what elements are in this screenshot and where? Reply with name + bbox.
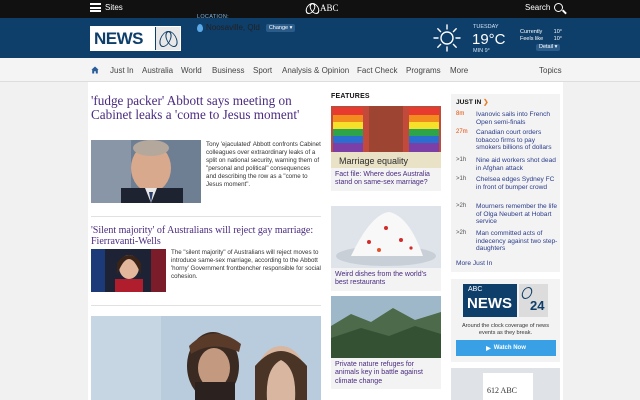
nav-item-australia[interactable]: Australia (142, 66, 173, 75)
promo-logo-abc: ABC (468, 286, 483, 293)
just-in-headline: Chelsea edges Sydney FC in front of bump… (476, 176, 555, 191)
just-in-headline: Nine aid workers shot dead in Afghan att… (476, 157, 556, 172)
lead-story-image[interactable] (91, 140, 201, 203)
main-nav: Just In Australia World Business Sport A… (0, 58, 640, 82)
just-in-headline: Ivanovic sails into French Open semi-fin… (476, 111, 551, 126)
nav-item-business[interactable]: Business (212, 66, 244, 75)
weather-temp: 19°C (472, 31, 506, 48)
story-image[interactable] (91, 249, 166, 292)
abc-news-logo[interactable]: NEWS (90, 26, 181, 51)
weather-min: MIN 9° (473, 48, 490, 54)
abc-news-24-logo: ABC NEWS 24 (463, 284, 548, 317)
home-icon[interactable] (91, 66, 99, 74)
just-in-item[interactable]: >2h Man committed acts of indecency agai… (456, 230, 559, 253)
divider (91, 216, 321, 217)
lead-story-headline[interactable]: 'fudge packer' Abbott says meeting on Ca… (91, 94, 321, 121)
just-in-heading-label: JUST IN (456, 99, 482, 106)
location-value: Noosaville, Qld (206, 23, 260, 32)
feature-image-overlay-text: Marriage equality (339, 156, 409, 166)
play-icon: ▶ (486, 345, 491, 352)
feature-image (331, 296, 441, 358)
currently-label: Currently (520, 29, 543, 35)
currently-value: 10° (553, 29, 562, 35)
nav-item-analysis-opinion[interactable]: Analysis & Opinion (282, 66, 349, 75)
abc-home-link[interactable]: ABC (306, 3, 339, 13)
watch-now-label: Watch Now (493, 345, 526, 351)
location-row: Noosaville, Qld Change ▾ (197, 23, 296, 32)
just-in-time: >1h (456, 157, 467, 163)
feels-like-label: Feels like (520, 36, 544, 42)
weather-current: Currently 10° Feels like 10° Detail ▾ (520, 29, 562, 51)
location-label: LOCATION: (197, 14, 229, 20)
search-label: Search (525, 3, 551, 12)
just-in-headline: Man committed acts of indecency against … (476, 230, 558, 253)
just-in-time: >1h (456, 176, 467, 182)
radio-station-label: 612 ABC (487, 386, 518, 395)
features-heading: FEATURES (331, 93, 370, 100)
feature-caption: Weird dishes from the world's best resta… (335, 271, 427, 287)
divider (91, 305, 321, 306)
more-just-in-link[interactable]: More Just In (456, 260, 492, 267)
abc-brand-label: ABC (320, 3, 339, 13)
search-icon (554, 3, 564, 12)
just-in-time: 27m (456, 129, 468, 135)
feature-image (331, 206, 441, 268)
watch-now-button[interactable]: ▶ Watch Now (456, 340, 556, 356)
feels-like-value: 10° (553, 36, 562, 42)
feature-caption: Private nature refuges for animals key i… (335, 361, 423, 385)
just-in-time: >2h (456, 203, 467, 209)
nav-item-fact-check[interactable]: Fact Check (357, 66, 397, 75)
abc-logo-icon (306, 3, 318, 13)
radio-promo[interactable]: 612 ABC (451, 368, 560, 400)
just-in-headline: Canadian court orders tobacco firms to p… (476, 129, 552, 152)
weather-detail-button[interactable]: Detail ▾ (536, 44, 561, 51)
story-summary: The "silent majority" of Australians wil… (171, 249, 321, 281)
just-in-headline: Mourners remember the life of Olga Neube… (476, 203, 557, 226)
sunny-icon (433, 24, 461, 52)
nav-item-more[interactable]: More (450, 66, 468, 75)
feature-caption: Fact file: Where does Australia stand on… (335, 171, 430, 187)
feature-card[interactable]: Weird dishes from the world's best resta… (331, 206, 441, 291)
sites-menu-button[interactable]: Sites (90, 3, 123, 12)
just-in-item[interactable]: >1h Nine aid workers shot dead in Afghan… (456, 157, 559, 172)
just-in-time: >2h (456, 230, 467, 236)
top-bar: Sites ABC Search (0, 0, 640, 18)
hamburger-icon (90, 3, 101, 12)
feature-card[interactable]: Private nature refuges for animals key i… (331, 296, 441, 390)
news-logo-text: NEWS (90, 28, 144, 49)
feature-photo[interactable] (91, 316, 321, 400)
search-button[interactable]: Search (525, 3, 564, 12)
just-in-time: 8m (456, 111, 465, 117)
nav-item-just-in[interactable]: Just In (110, 66, 134, 75)
weather-day: TUESDAY (473, 24, 499, 30)
just-in-item[interactable]: 27m Canadian court orders tobacco firms … (456, 129, 559, 152)
promo-text: Around the clock coverage of news events… (461, 323, 550, 336)
lead-story-summary: Tony 'ejaculated' Abbott confronts Cabin… (206, 141, 321, 189)
change-location-button[interactable]: Change ▾ (265, 23, 296, 32)
nav-item-sport[interactable]: Sport (253, 66, 272, 75)
feature-image: Marriage equality (331, 106, 441, 168)
just-in-heading[interactable]: JUST IN ❯ (456, 98, 489, 106)
abc-lissajous-icon (155, 27, 180, 50)
promo-logo-news: NEWS (467, 295, 512, 312)
promo-logo-24: 24 (530, 298, 545, 313)
story-headline[interactable]: 'Silent majority' of Australians will re… (91, 225, 323, 247)
location-pin-icon (197, 23, 203, 32)
just-in-item[interactable]: >2h Mourners remember the life of Olga N… (456, 203, 559, 226)
sites-label: Sites (105, 3, 123, 12)
just-in-item[interactable]: >1h Chelsea edges Sydney FC in front of … (456, 176, 559, 191)
nav-item-programs[interactable]: Programs (406, 66, 441, 75)
feature-card[interactable]: Marriage equality Fact file: Where does … (331, 106, 441, 191)
topics-link[interactable]: Topics (539, 66, 562, 75)
chevron-right-icon: ❯ (483, 99, 489, 106)
just-in-item[interactable]: 8m Ivanovic sails into French Open semi-… (456, 111, 559, 126)
nav-item-world[interactable]: World (181, 66, 202, 75)
